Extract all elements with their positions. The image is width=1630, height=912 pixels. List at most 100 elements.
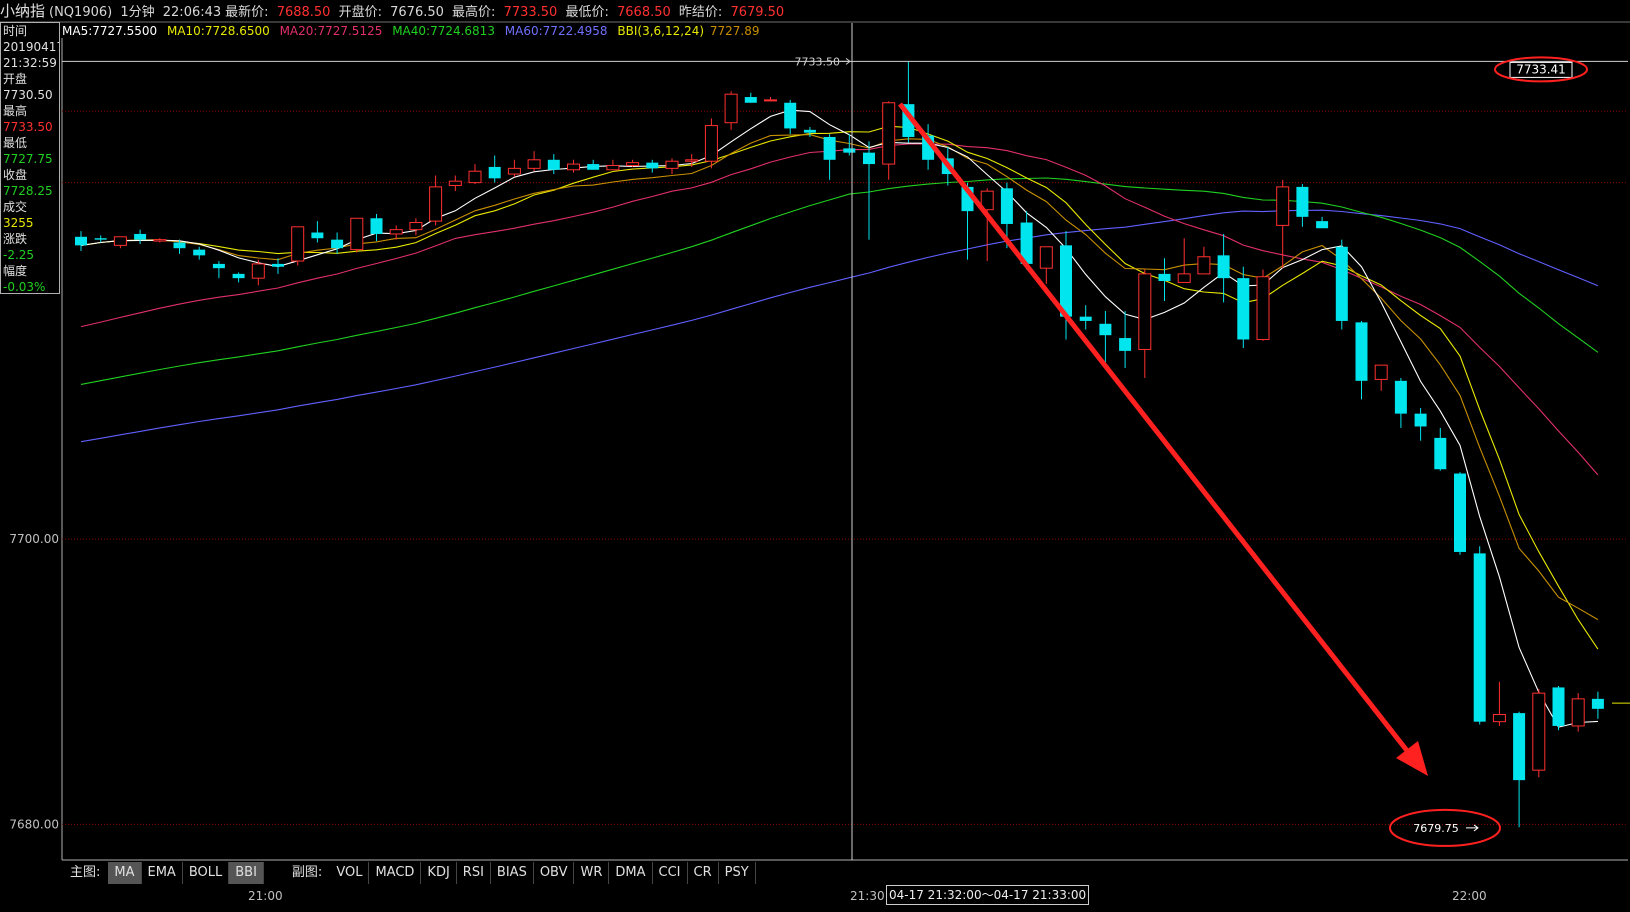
info-time-label: 时间 [3,24,28,38]
candle-body-18 [429,186,443,222]
candle-body-36 [784,102,797,129]
ma40-line [80,177,1599,385]
info-volume-label: 成交 [3,200,28,214]
main-ma-button[interactable]: MA [108,862,142,884]
ma60-line [80,209,1599,443]
candle-body-19 [448,180,462,186]
candle-body-34 [744,97,757,103]
info-open: 7730.50 [3,88,53,102]
candle-body-29 [646,162,659,169]
candle-body-33 [724,93,738,124]
sub-vol-button[interactable]: VOL [330,862,370,884]
info-low: 7727.75 [3,152,53,166]
candle-body-11 [291,226,305,262]
candle-body-59 [1237,278,1250,340]
candle-body-15 [370,218,383,234]
candle-body-57 [1197,256,1211,275]
candle-body-25 [567,163,580,171]
sub-cci-button[interactable]: CCI [653,862,688,884]
latest-price-value: 7688.50 [276,5,331,20]
candle-body-47 [1000,188,1013,224]
main-chart-label: 主图: [70,865,101,880]
candle-body-27 [606,164,620,171]
sub-rsi-button[interactable]: RSI [457,862,491,884]
info-time: 21:32:59 [3,56,57,70]
sub-kdj-button[interactable]: KDJ [421,862,457,884]
ma40-legend: MA40:7724.6813 [392,24,495,38]
candle-body-71 [1473,553,1486,722]
time-axis: 21:00 21:30 22:00 [0,886,1630,906]
quote-header: 小纳指 (NQ1906) 1分钟 22:06:43 最新价: 7688.50 开盘价… [0,0,1630,22]
candle-body-0 [75,236,87,246]
instrument-symbol: (NQ1906) [49,5,113,20]
candle-body-53 [1119,338,1132,351]
candle-body-28 [626,162,640,166]
info-close-label: 收盘 [3,168,28,182]
indicator-toolbar: 主图: MA EMA BOLL BBI 副图: VOL MACD KDJ RSI BIAS OBV WR… [62,862,756,884]
low-price-value: 7668.50 [617,5,671,20]
candle-body-5 [173,242,186,249]
bbi-line [80,134,1599,621]
info-change: -2.25 [3,248,35,262]
candle-body-75 [1552,687,1565,726]
candle-body-7 [212,263,225,269]
main-ema-button[interactable]: EMA [142,862,183,884]
candle-body-72 [1492,714,1506,723]
sub-macd-button[interactable]: MACD [369,862,422,884]
info-low-label: 最低 [3,136,28,150]
ma10-line [80,125,1599,650]
candle-body-32 [704,125,718,162]
candle-body-50 [1060,245,1072,317]
candle-body-60 [1256,276,1270,340]
candle-body-31 [685,159,699,162]
sub-wr-button[interactable]: WR [574,862,610,884]
bbi-legend: BBI(3,6,12,24) [617,24,705,38]
candlestick-chart: 7700.00 7680.00 7733.50 7733.41 7679.75 [0,21,1630,861]
sub-bias-button[interactable]: BIAS [491,862,534,884]
period-label[interactable]: 1分钟 [120,5,154,20]
high-price-value: 7733.50 [503,5,558,20]
candle-body-54 [1138,273,1152,350]
candle-body-17 [409,222,423,231]
candle-body-70 [1454,473,1466,552]
candle-body-24 [547,159,560,170]
sub-obv-button[interactable]: OBV [534,862,575,884]
candle-body-66 [1374,364,1388,380]
candle-body-13 [331,239,344,249]
bar-info-panel: 时间 20190417 21:32:59 开盘 7730.50 最高 7733.… [0,22,60,294]
candle-body-3 [134,233,147,240]
sub-dma-button[interactable]: DMA [609,862,653,884]
crosshair-time-range: 04-17 21:32:00〜04-17 21:33:00 [886,885,1090,905]
sub-psy-button[interactable]: PSY [719,862,756,884]
candle-body-64 [1335,246,1348,321]
candle-body-16 [389,229,403,235]
info-open-label: 开盘 [3,72,28,86]
main-bbi-button[interactable]: BBI [229,862,264,884]
y-tick-label-0: 7700.00 [9,532,59,546]
candle-body-65 [1355,322,1368,381]
info-close: 7728.25 [3,184,53,198]
candle-body-10 [272,263,284,267]
ma20-line [80,143,1599,476]
ma5-line [80,109,1598,728]
candle-body-6 [193,249,206,256]
info-high: 7733.50 [3,120,53,134]
candle-body-58 [1217,255,1230,279]
candle-body-74 [1532,692,1546,771]
candle-body-26 [587,164,600,170]
candle-body-4 [153,239,167,242]
candle-body-68 [1414,413,1427,427]
candle-body-69 [1434,437,1447,470]
main-boll-button[interactable]: BOLL [183,862,230,884]
sub-cr-button[interactable]: CR [688,862,719,884]
candle-body-9 [251,263,265,279]
candle-body-38 [823,136,836,160]
candle-body-62 [1296,186,1309,217]
bbi-legend-value: 7727.89 [709,24,760,38]
ma60-legend: MA60:7722.4958 [504,24,608,38]
clock-time: 22:06:43 [162,5,222,20]
info-date: 20190417 [3,40,60,54]
right-price-label: 7733.41 [1516,62,1566,76]
candle-body-76 [1571,698,1585,727]
candle-body-20 [468,170,482,184]
